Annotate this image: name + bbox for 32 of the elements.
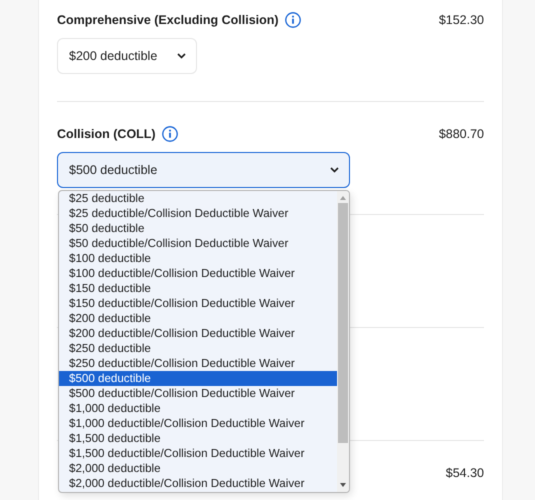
dropdown-option[interactable]: $150 deductible	[59, 281, 337, 296]
dropdown-option[interactable]: $100 deductible/Collision Deductible Waiver	[59, 266, 337, 281]
dropdown-option[interactable]: $50 deductible/Collision Deductible Waiver	[59, 236, 337, 251]
dropdown-option[interactable]: $150 deductible/Collision Deductible Waiver	[59, 296, 337, 311]
info-icon[interactable]	[284, 12, 301, 28]
info-icon[interactable]	[162, 126, 178, 142]
dropdown-option[interactable]: $1,000 deductible	[59, 401, 337, 416]
coverage-price: $54.30	[446, 466, 484, 480]
deductible-select[interactable]: $200 deductible	[57, 38, 197, 74]
dropdown-option[interactable]: $25 deductible/Collision Deductible Waiver	[59, 206, 337, 221]
dropdown-option[interactable]: $200 deductible/Collision Deductible Waiver	[59, 326, 337, 341]
coverage-title: Comprehensive (Excluding Collision)	[57, 13, 279, 27]
dropdown-option[interactable]: $25 deductible	[59, 191, 337, 206]
dropdown-option[interactable]: $2,000 deductible	[59, 461, 337, 476]
dropdown-option[interactable]: $500 deductible	[59, 371, 337, 386]
deductible-select[interactable]: $500 deductible	[57, 152, 350, 188]
dropdown-option[interactable]: $1,500 deductible/Collision Deductible Waiver	[59, 446, 337, 461]
chevron-down-icon	[177, 53, 186, 59]
dropdown-option[interactable]: $2,000 deductible/Collision Deductible Waiver	[59, 476, 337, 491]
coverage-price: $880.70	[438, 127, 484, 141]
scrollbar[interactable]	[337, 191, 349, 492]
dropdown-option[interactable]: $200 deductible	[59, 311, 337, 326]
coverage-title: Collision (COLL)	[57, 127, 156, 141]
chevron-down-icon	[330, 167, 339, 173]
dropdown-option[interactable]: $50 deductible	[59, 221, 337, 236]
dropdown-option[interactable]: $100 deductible	[59, 251, 337, 266]
dropdown-option[interactable]: $1,000 deductible/Collision Deductible Waiver	[59, 416, 337, 431]
dropdown-option[interactable]: $250 deductible	[59, 341, 337, 356]
coverage-price: $152.30	[438, 13, 484, 27]
dropdown-option[interactable]: $250 deductible/Collision Deductible Waiver	[59, 356, 337, 371]
dropdown-option[interactable]: $1,500 deductible	[59, 431, 337, 446]
dropdown-option[interactable]: $500 deductible/Collision Deductible Waiver	[59, 386, 337, 401]
